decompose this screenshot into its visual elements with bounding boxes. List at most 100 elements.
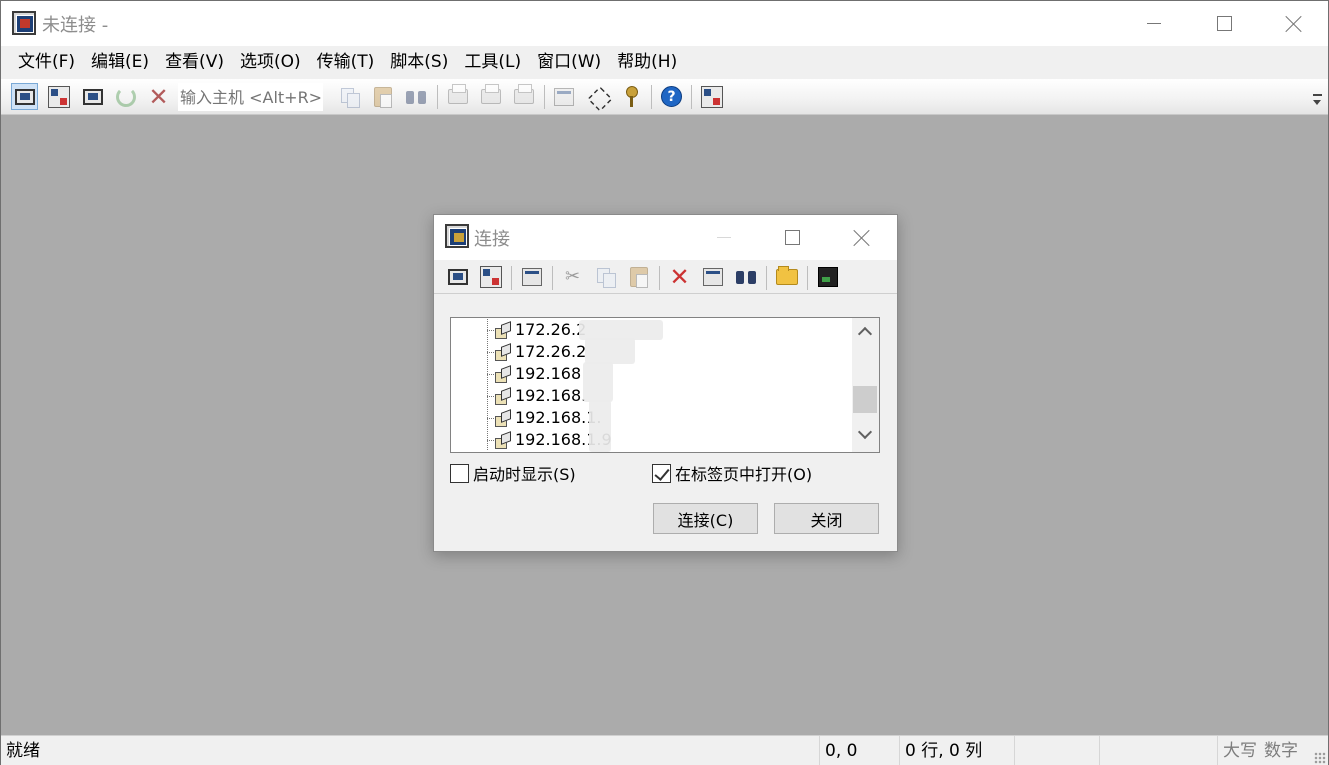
maximize-icon [784,230,800,245]
toolbar-overflow-icon[interactable] [1313,94,1322,108]
quick-connect-icon [447,268,468,285]
disconnect-button[interactable]: ✕ [145,83,172,110]
menu-tools[interactable]: 工具(L) [456,46,529,79]
session-tree[interactable]: 172.26.2 172.26.2 192.168 192.168. 192.1 [450,317,880,453]
paste-button[interactable] [369,83,396,110]
quick-connect-icon [47,85,70,108]
session-icon [495,344,511,361]
maximize-button[interactable] [1189,1,1259,46]
quick-connect-input[interactable] [178,83,323,111]
resize-grip-icon[interactable] [1314,752,1326,764]
session-icon [495,410,511,427]
menu-options[interactable]: 选项(O) [232,46,309,79]
connect-button[interactable]: 连接(C) [653,503,758,534]
toolbar-separator [552,266,553,290]
show-on-startup-checkbox[interactable]: 启动时显示(S) [450,462,576,484]
tree-scrollbar[interactable] [852,318,879,452]
tree-item[interactable]: 192.168 [451,363,851,385]
close-icon [1285,15,1303,33]
open-in-tab-checkbox[interactable]: 在标签页中打开(O) [652,462,812,484]
app-icon[interactable] [12,11,36,35]
checkbox-box[interactable] [450,463,469,483]
scroll-up-icon[interactable] [857,326,873,342]
toolbar-separator [544,85,545,109]
checkbox-box[interactable] [652,463,671,483]
scroll-thumb[interactable] [853,386,877,413]
connect-icon [479,265,502,288]
tree-item[interactable]: 192.168. [451,385,851,407]
tree-item[interactable]: 172.26.2 [451,319,851,341]
tree-item-label: 172.26.2 [515,342,587,361]
dialog-maximize-button[interactable] [757,215,827,260]
tree-item-label: 192.168 [515,364,582,383]
tree-item[interactable]: 192.168.1.9 [451,429,851,451]
paste-icon [373,86,392,108]
copy-button[interactable] [336,83,363,110]
minimize-button[interactable] [1119,1,1189,46]
reconnect-button[interactable] [112,83,139,110]
scroll-down-icon[interactable] [857,424,873,440]
copy-icon [596,267,616,288]
new-folder-icon [775,265,798,285]
close-dialog-button[interactable]: 关闭 [774,503,879,534]
session-options-button[interactable] [550,83,577,110]
dlg-find-button[interactable] [732,263,759,290]
status-bar: 就绪 0, 0 0 行, 0 列 大写 数字 [1,735,1328,765]
print-screen-button[interactable] [477,83,504,110]
menu-edit[interactable]: 编辑(E) [83,46,157,79]
connect-button[interactable] [11,83,38,110]
find-icon [735,269,756,285]
tree-item-label: 192.168.1.9 [515,430,612,449]
menu-file[interactable]: 文件(F) [10,46,83,79]
find-button[interactable] [402,83,429,110]
properties-button[interactable] [699,263,726,290]
tree-item-label: 192.168.1. [515,408,602,427]
connect-icon [14,88,35,105]
global-options-button[interactable] [584,83,611,110]
menu-transfer[interactable]: 传输(T) [309,46,383,79]
quick-connect-button[interactable] [45,83,72,110]
keymap-button[interactable] [617,83,644,110]
delete-icon: ✕ [669,262,690,291]
connect-in-tab-icon [82,88,103,105]
terminal-button[interactable] [814,263,841,290]
close-button[interactable] [1259,1,1329,46]
delete-button[interactable]: ✕ [666,263,693,290]
title-bar[interactable]: 未连接 - [1,1,1328,46]
dlg-paste-button[interactable] [625,263,652,290]
minimize-icon [717,237,731,238]
new-session-button[interactable] [518,263,545,290]
tree-item[interactable]: 172.26.2 [451,341,851,363]
keymap-icon [625,85,638,108]
menu-script[interactable]: 脚本(S) [382,46,456,79]
window-title: 未连接 - [42,15,109,36]
session-manager-icon [700,85,723,108]
help-button[interactable]: ? [658,83,685,110]
toolbar-separator [651,85,652,109]
dialog-title-bar[interactable]: 连接 [434,215,897,260]
status-text: 就绪 [6,741,40,761]
toolbar-separator [511,266,512,290]
cut-button[interactable]: ✂ [559,263,586,290]
menu-view[interactable]: 查看(V) [157,46,232,79]
print-button[interactable] [510,83,537,110]
dialog-app-icon [445,224,469,248]
maximize-icon [1216,16,1232,31]
print-setup-button[interactable] [444,83,471,110]
session-icon [495,388,511,405]
new-folder-button[interactable] [773,263,800,290]
dlg-connect-button[interactable] [477,263,504,290]
tree-item[interactable]: 192.168.1. [451,407,851,429]
menu-window[interactable]: 窗口(W) [529,46,609,79]
dlg-copy-button[interactable] [592,263,619,290]
main-toolbar: ✕ ? [1,79,1328,115]
dlg-quick-connect-button[interactable] [444,263,471,290]
session-manager-button[interactable] [698,83,725,110]
connect-in-tab-button[interactable] [79,83,106,110]
session-icon [495,432,511,449]
dialog-close-button[interactable] [827,215,897,260]
print-setup-icon [447,84,468,104]
print-icon [513,84,534,104]
menu-help[interactable]: 帮助(H) [609,46,685,79]
connect-dialog: 连接 ✂ ✕ 172.26.2 172.26.2 192.168 192.168… [433,214,898,552]
